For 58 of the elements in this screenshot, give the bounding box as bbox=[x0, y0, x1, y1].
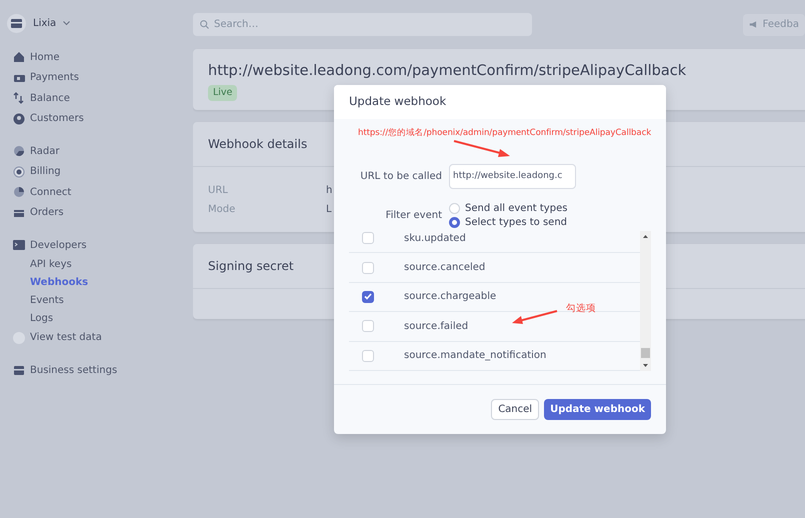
scroll-up-icon bbox=[643, 235, 648, 238]
annotation-text: 勾选项 bbox=[566, 302, 596, 316]
scrollbar-thumb[interactable] bbox=[641, 348, 650, 358]
radio-label: Select types to send bbox=[465, 216, 568, 230]
chevron-down-icon bbox=[63, 21, 70, 26]
scrollbar[interactable] bbox=[640, 231, 651, 371]
search-field[interactable]: Search… bbox=[193, 13, 532, 36]
event-name: source.canceled bbox=[404, 261, 486, 276]
sidebar-item[interactable]: Business settings bbox=[30, 362, 118, 378]
arrow bbox=[452, 139, 512, 159]
account-name[interactable]: Lixia bbox=[33, 16, 56, 31]
store-icon bbox=[11, 18, 22, 29]
event-name: source.chargeable bbox=[404, 290, 496, 304]
detail-label: URL bbox=[208, 184, 229, 198]
sidebar-item[interactable]: Home bbox=[30, 50, 60, 65]
scroll-down-icon bbox=[643, 364, 648, 367]
detail-value: h bbox=[326, 184, 332, 198]
arrows-icon bbox=[12, 92, 24, 104]
target-icon bbox=[12, 166, 24, 178]
event-name: sku.updated bbox=[404, 232, 466, 246]
field-label: Filter event bbox=[384, 208, 443, 222]
event-name: source.failed bbox=[404, 320, 468, 334]
status-badge: Live bbox=[208, 84, 238, 101]
arrow bbox=[511, 309, 559, 325]
sidebar-item[interactable]: Balance bbox=[30, 90, 70, 106]
detail-label: Mode bbox=[208, 203, 236, 217]
radar-icon bbox=[12, 145, 24, 158]
sidebar-item[interactable]: Orders bbox=[30, 205, 64, 220]
cancel-button[interactable]: Cancel bbox=[491, 399, 540, 420]
sidebar-link[interactable]: Logs bbox=[7, 310, 193, 328]
radio-button[interactable] bbox=[449, 216, 460, 228]
sidebar-item[interactable]: Payments bbox=[30, 70, 79, 86]
submit-button[interactable]: Update webhook bbox=[544, 399, 651, 420]
megaphone-icon bbox=[749, 20, 758, 29]
annotation-text: https://您的域名/phoenix/admin/paymentConfirm/stripeAlipayCallback bbox=[358, 127, 652, 140]
field-label: URL to be called bbox=[359, 170, 443, 184]
detail-value: L bbox=[326, 203, 332, 217]
person-icon bbox=[12, 112, 24, 125]
sidebar-link[interactable]: Events bbox=[7, 292, 193, 310]
sidebar-link[interactable]: API keys bbox=[7, 256, 193, 274]
search-icon bbox=[200, 20, 209, 29]
toggle-label: View test data bbox=[30, 331, 102, 346]
endpoint-url: http://website.leadong.com/paymentConfirm/stripeAlipayCallback bbox=[207, 62, 688, 81]
checkbox[interactable] bbox=[362, 290, 374, 303]
sidebar-item[interactable]: Developers bbox=[30, 238, 87, 253]
home-icon bbox=[12, 51, 24, 64]
radio-label: Send all event types bbox=[465, 202, 568, 216]
globe-icon bbox=[12, 186, 24, 198]
sidebar-item[interactable]: Customers bbox=[30, 111, 84, 126]
store-icon bbox=[12, 364, 24, 376]
event-name: source.mandate_notification bbox=[404, 349, 546, 364]
sidebar-item[interactable]: Radar bbox=[30, 144, 60, 159]
sidebar-item[interactable]: Connect bbox=[30, 184, 72, 200]
modal-title: Update webhook bbox=[334, 85, 666, 119]
url-input[interactable]: http://website.leadong.c bbox=[449, 164, 576, 189]
terminal-icon bbox=[12, 239, 24, 252]
sidebar-item[interactable]: Billing bbox=[30, 164, 61, 180]
sidebar-link[interactable]: Webhooks bbox=[7, 274, 193, 292]
